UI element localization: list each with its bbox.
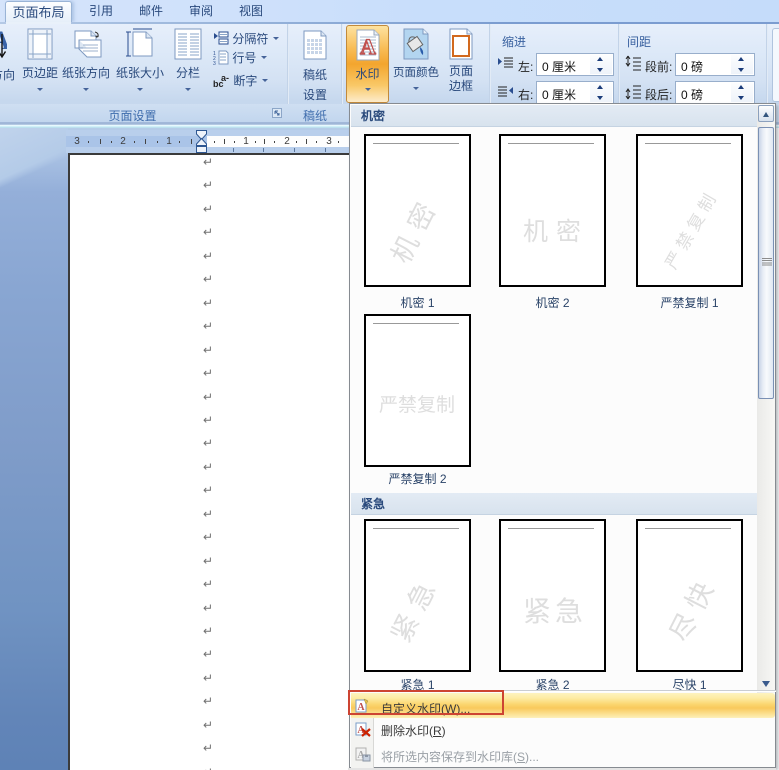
svg-text:a-: a- bbox=[221, 73, 229, 83]
svg-text:3: 3 bbox=[213, 61, 216, 65]
svg-text:A: A bbox=[0, 28, 7, 55]
svg-text:A: A bbox=[360, 34, 376, 59]
